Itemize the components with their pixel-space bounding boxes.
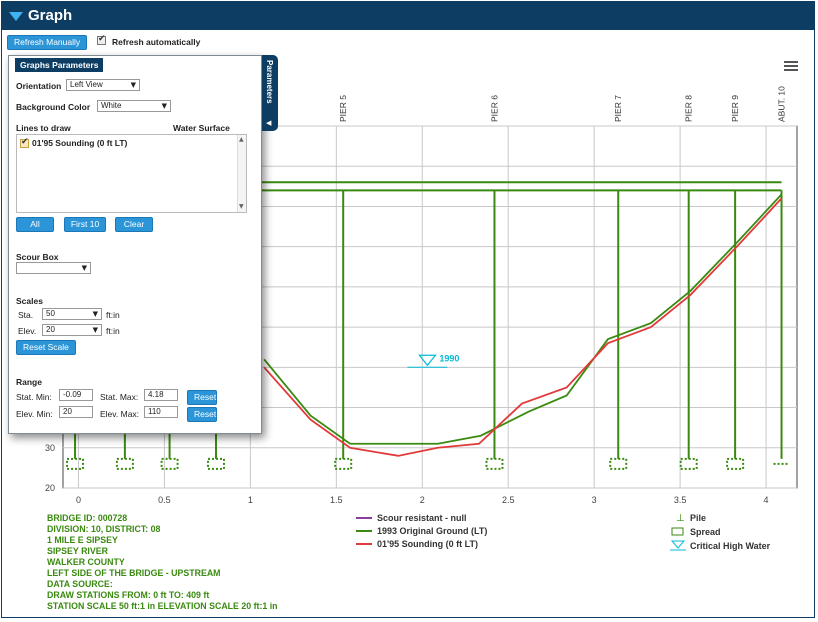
bridge-info-line: DATA SOURCE: bbox=[47, 579, 113, 589]
elev-max-input[interactable]: 110 bbox=[144, 406, 178, 418]
sta-label: Sta. bbox=[18, 310, 34, 320]
x-tick-label: 0.5 bbox=[158, 495, 171, 505]
chevron-down-icon: ▼ bbox=[92, 326, 98, 334]
pier-footing bbox=[726, 457, 745, 470]
bridge-info-line: BRIDGE ID: 000728 bbox=[47, 513, 127, 523]
pier-label: PIER 6 bbox=[489, 95, 499, 122]
clear-button[interactable]: Clear bbox=[115, 217, 153, 232]
elev-min-label: Elev. Min: bbox=[16, 409, 53, 419]
pier-footing bbox=[679, 457, 698, 470]
line-item-label: 01'95 Sounding (0 ft LT) bbox=[32, 138, 128, 148]
pier-label: ABUT. 10 bbox=[777, 86, 787, 122]
all-button[interactable]: All bbox=[16, 217, 54, 232]
pile-icon: ⊥ bbox=[676, 513, 685, 524]
chevron-down-icon: ▼ bbox=[92, 310, 98, 318]
lines-listbox[interactable]: 01'95 Sounding (0 ft LT) ▲ ▼ bbox=[16, 134, 247, 213]
x-tick-label: 2.5 bbox=[502, 495, 515, 505]
reset-elev-button[interactable]: Reset bbox=[187, 407, 217, 422]
y-tick-label: 30 bbox=[45, 443, 55, 453]
scroll-up-icon[interactable]: ▲ bbox=[239, 136, 244, 143]
pier-footing bbox=[334, 457, 353, 470]
graphs-parameters-panel: Graphs Parameters Orientation Left View ▼… bbox=[8, 55, 262, 434]
listbox-scrollbar[interactable]: ▲ ▼ bbox=[237, 135, 246, 212]
scroll-down-icon[interactable]: ▼ bbox=[239, 203, 244, 210]
y-tick-label: 20 bbox=[45, 483, 55, 493]
series-line bbox=[263, 193, 783, 445]
pier-label: PIER 5 bbox=[338, 95, 348, 122]
bridge-info-line: DRAW STATIONS FROM: 0 ft TO: 409 ft bbox=[47, 590, 209, 600]
pier-footing bbox=[609, 457, 628, 470]
pile-footing bbox=[66, 457, 85, 470]
elev-unit: ft:in bbox=[106, 326, 120, 336]
pile-footing bbox=[115, 457, 134, 470]
stat-min-label: Stat. Min: bbox=[16, 392, 52, 402]
elev-min-input[interactable]: 20 bbox=[59, 406, 93, 418]
stat-max-label: Stat. Max: bbox=[100, 392, 139, 402]
legend-entry: 1993 Original Ground (LT) bbox=[377, 526, 487, 536]
legend-entry: Scour resistant - null bbox=[377, 513, 467, 523]
stat-min-input[interactable]: -0.09 bbox=[59, 389, 93, 401]
elev-scale-select[interactable]: 20 ▼ bbox=[42, 324, 102, 336]
scales-label: Scales bbox=[16, 296, 43, 306]
elev-max-label: Elev. Max: bbox=[100, 409, 140, 419]
list-item[interactable]: 01'95 Sounding (0 ft LT) bbox=[20, 137, 128, 149]
pier-label: PIER 8 bbox=[684, 95, 694, 122]
x-tick-label: 2 bbox=[420, 495, 425, 505]
symbol-legend-entry: Spread bbox=[690, 527, 721, 537]
pier-label: PIER 7 bbox=[613, 95, 623, 122]
sta-unit: ft:in bbox=[106, 310, 120, 320]
sta-scale-value: 50 bbox=[46, 309, 55, 318]
background-color-select[interactable]: White ▼ bbox=[97, 100, 171, 112]
scour-box-select[interactable]: ▼ bbox=[16, 262, 91, 274]
critical-high-water-legend-icon bbox=[670, 540, 686, 549]
x-tick-label: 1.5 bbox=[330, 495, 343, 505]
water-label: 1990 bbox=[439, 353, 459, 363]
arrow-left-icon: ◀ bbox=[266, 119, 272, 127]
line-item-checkbox[interactable] bbox=[20, 137, 29, 149]
orientation-label: Orientation bbox=[16, 81, 62, 91]
chevron-down-icon: ▼ bbox=[81, 264, 87, 272]
bridge-info-line: SIPSEY RIVER bbox=[47, 546, 109, 556]
pier-label: PIER 9 bbox=[730, 95, 740, 122]
scour-box-label: Scour Box bbox=[16, 252, 59, 262]
background-color-label: Background Color bbox=[16, 102, 91, 112]
orientation-value: Left View bbox=[70, 80, 103, 89]
symbol-legend-entry: Critical High Water bbox=[690, 541, 771, 551]
water-surface-label: Water Surface bbox=[173, 123, 230, 133]
x-tick-label: 1 bbox=[248, 495, 253, 505]
pier-footing bbox=[485, 457, 504, 470]
bridge-info-line: 1 MILE E SIPSEY bbox=[47, 535, 118, 545]
x-tick-label: 3.5 bbox=[674, 495, 687, 505]
parameters-side-tab[interactable]: Parameters ◀ bbox=[262, 55, 278, 131]
pile-footing bbox=[206, 457, 225, 470]
bridge-info-line: STATION SCALE 50 ft:1 in ELEVATION SCALE… bbox=[47, 601, 278, 611]
panel-title: Graphs Parameters bbox=[15, 58, 104, 72]
spread-icon bbox=[671, 527, 684, 536]
orientation-select[interactable]: Left View ▼ bbox=[66, 79, 140, 91]
sta-scale-select[interactable]: 50 ▼ bbox=[42, 308, 102, 320]
bridge-info-line: LEFT SIDE OF THE BRIDGE - UPSTREAM bbox=[47, 568, 221, 578]
bridge-info-line: DIVISION: 10, DISTRICT: 08 bbox=[47, 524, 161, 534]
chevron-down-icon: ▼ bbox=[130, 81, 136, 89]
parameters-tab-label: Parameters bbox=[265, 60, 274, 104]
elev-scale-value: 20 bbox=[46, 325, 55, 334]
chevron-down-icon: ▼ bbox=[161, 102, 167, 110]
reset-stat-button[interactable]: Reset bbox=[187, 390, 217, 405]
stat-max-input[interactable]: 4.18 bbox=[144, 389, 178, 401]
symbol-legend-entry: Pile bbox=[690, 513, 706, 523]
first-10-button[interactable]: First 10 bbox=[64, 217, 106, 232]
legend-entry: 01'95 Sounding (0 ft LT) bbox=[377, 539, 478, 549]
lines-to-draw-label: Lines to draw bbox=[16, 123, 71, 133]
bridge-info-line: WALKER COUNTY bbox=[47, 557, 125, 567]
reset-scale-button[interactable]: Reset Scale bbox=[16, 340, 76, 355]
background-color-value: White bbox=[101, 101, 122, 110]
elev-label: Elev. bbox=[18, 326, 37, 336]
range-label: Range bbox=[16, 377, 42, 387]
x-tick-label: 0 bbox=[76, 495, 81, 505]
x-tick-label: 4 bbox=[764, 495, 769, 505]
x-tick-label: 3 bbox=[592, 495, 597, 505]
